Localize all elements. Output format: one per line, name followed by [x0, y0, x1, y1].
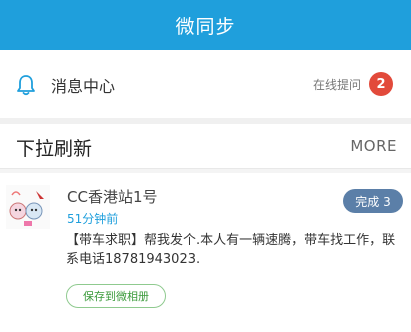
message-center-row[interactable]: 消息中心 在线提问 2 — [0, 50, 411, 118]
message-center-label: 消息中心 — [51, 77, 116, 96]
page-title: 微同步 — [175, 15, 236, 38]
post-time: 51分钟前 — [67, 212, 119, 226]
bell-icon — [17, 75, 35, 96]
pull-to-refresh-label: 下拉刷新 — [16, 138, 93, 160]
post-username: CC香港站1号 — [67, 188, 158, 206]
more-link[interactable]: MORE — [350, 137, 397, 155]
post-content: 【带车求职】帮我发个.本人有一辆速腾，带车找工作，联系电话18781943023… — [66, 233, 396, 267]
refresh-bar: 下拉刷新 MORE — [0, 124, 411, 169]
app-header: 微同步 — [0, 0, 411, 50]
post-card: CC香港站1号 51分钟前 完成 3 【带车求职】帮我发个.本人有一辆速腾，带车… — [0, 173, 411, 332]
save-to-album-button[interactable]: 保存到微相册 — [66, 284, 166, 308]
status-button[interactable]: 完成 3 — [343, 189, 403, 213]
online-question-label: 在线提问 — [312, 78, 361, 92]
avatar[interactable] — [6, 185, 50, 229]
notification-badge: 2 — [369, 72, 393, 96]
